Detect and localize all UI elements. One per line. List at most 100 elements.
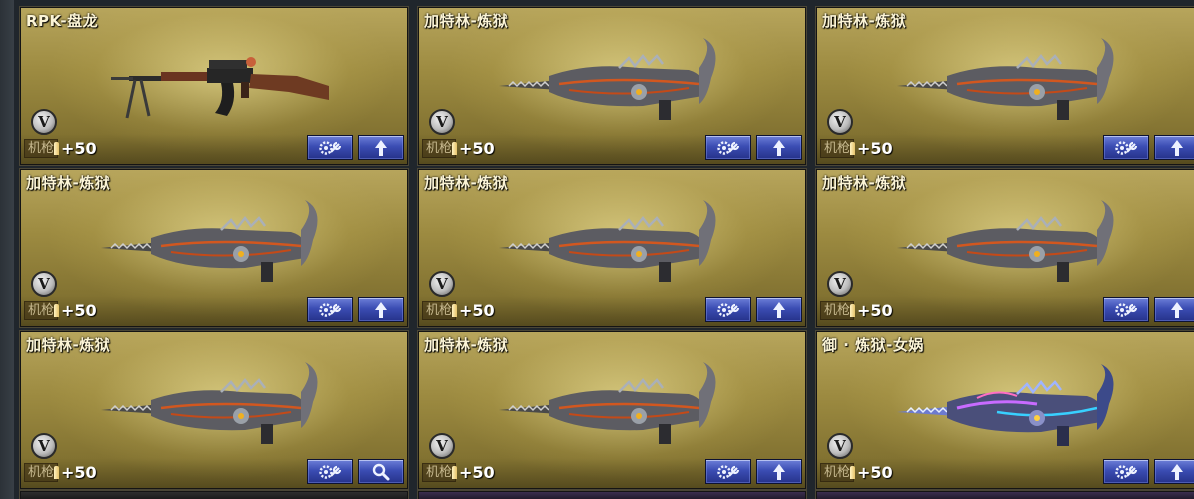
- v-rank-badge: V: [827, 109, 853, 135]
- weapon-card-partial[interactable]: [417, 490, 807, 499]
- gear-wrench-icon: [319, 140, 342, 155]
- v-rank-badge: V: [429, 433, 455, 459]
- weapon-card[interactable]: 加特林-炼狱 V 机枪 +50: [815, 6, 1194, 166]
- bonus-value: +50: [459, 139, 495, 158]
- bonus-value: +50: [459, 463, 495, 482]
- bullet-icon: [452, 142, 457, 155]
- gatling-inferno-icon: [499, 200, 716, 282]
- arrow-up-icon: [1171, 301, 1183, 318]
- bonus-value: +50: [459, 301, 495, 320]
- weapon-category: 机枪: [24, 139, 59, 158]
- upgrade-button[interactable]: [1154, 459, 1194, 484]
- weapon-name: 加特林-炼狱: [424, 174, 509, 192]
- bullet-icon: [54, 142, 59, 155]
- gatling-inferno-icon: [897, 38, 1114, 120]
- v-rank-badge: V: [31, 109, 57, 135]
- weapon-card[interactable]: 加特林-炼狱 V 机枪 +50: [19, 330, 409, 490]
- upgrade-button[interactable]: [756, 135, 802, 160]
- weapon-name: 御 · 炼狱-女娲: [822, 336, 924, 354]
- weapon-name: RPK-盘龙: [26, 12, 99, 30]
- arrow-up-icon: [773, 139, 785, 156]
- modify-button[interactable]: [705, 297, 751, 322]
- weapon-name: 加特林-炼狱: [822, 12, 907, 30]
- upgrade-button[interactable]: [756, 459, 802, 484]
- arrow-up-icon: [1171, 463, 1183, 480]
- v-rank-badge: V: [429, 271, 455, 297]
- bonus-value: +50: [857, 463, 893, 482]
- gatling-inferno-icon: [499, 38, 716, 120]
- bullet-icon: [54, 304, 59, 317]
- upgrade-button[interactable]: [1154, 135, 1194, 160]
- gear-wrench-icon: [319, 464, 342, 479]
- modify-button[interactable]: [705, 135, 751, 160]
- arrow-up-icon: [773, 301, 785, 318]
- v-rank-badge: V: [429, 109, 455, 135]
- weapon-category: 机枪: [422, 463, 457, 482]
- modify-button[interactable]: [1103, 135, 1149, 160]
- modify-button[interactable]: [1103, 297, 1149, 322]
- weapon-card[interactable]: 加特林-炼狱 V 机枪 +50: [815, 168, 1194, 328]
- weapon-category: 机枪: [820, 463, 855, 482]
- bonus-value: +50: [61, 301, 97, 320]
- weapon-card[interactable]: 加特林-炼狱 V 机枪 +50: [417, 6, 807, 166]
- gatling-inferno-icon: [499, 362, 716, 444]
- bullet-icon: [850, 142, 855, 155]
- rpk-icon: [111, 57, 329, 119]
- weapon-card-partial[interactable]: [19, 490, 409, 499]
- bonus-value: +50: [61, 463, 97, 482]
- upgrade-button[interactable]: [358, 297, 404, 322]
- v-rank-badge: V: [827, 433, 853, 459]
- modify-button[interactable]: [307, 135, 353, 160]
- bullet-icon: [452, 304, 457, 317]
- bullet-icon: [850, 304, 855, 317]
- modify-button[interactable]: [307, 459, 353, 484]
- gear-wrench-icon: [1115, 140, 1138, 155]
- weapon-card[interactable]: 加特林-炼狱 V 机枪 +50: [417, 168, 807, 328]
- bonus-value: +50: [857, 139, 893, 158]
- weapon-category: 机枪: [422, 301, 457, 320]
- gatling-nuwa-icon: [897, 364, 1114, 446]
- upgrade-button[interactable]: [756, 297, 802, 322]
- weapon-card[interactable]: 加特林-炼狱 V 机枪 +50: [417, 330, 807, 490]
- gear-wrench-icon: [319, 302, 342, 317]
- gear-wrench-icon: [717, 464, 740, 479]
- arrow-up-icon: [1171, 139, 1183, 156]
- bonus-value: +50: [857, 301, 893, 320]
- weapon-inventory-grid: RPK-盘龙 V 机枪 +50 加特林-炼狱 V 机枪 +50 加特林-炼狱 V…: [0, 0, 1194, 499]
- weapon-card[interactable]: 御 · 炼狱-女娲 V 机枪 +50: [815, 330, 1194, 490]
- inspect-button[interactable]: [358, 459, 404, 484]
- weapon-category: 机枪: [820, 139, 855, 158]
- modify-button[interactable]: [307, 297, 353, 322]
- weapon-card[interactable]: RPK-盘龙 V 机枪 +50: [19, 6, 409, 166]
- arrow-up-icon: [375, 139, 387, 156]
- weapon-category: 机枪: [820, 301, 855, 320]
- upgrade-button[interactable]: [358, 135, 404, 160]
- v-rank-badge: V: [827, 271, 853, 297]
- weapon-name: 加特林-炼狱: [424, 12, 509, 30]
- bullet-icon: [850, 466, 855, 479]
- weapon-card[interactable]: 加特林-炼狱 V 机枪 +50: [19, 168, 409, 328]
- bonus-value: +50: [61, 139, 97, 158]
- weapon-card-partial[interactable]: [815, 490, 1194, 499]
- weapon-name: 加特林-炼狱: [424, 336, 509, 354]
- bullet-icon: [54, 466, 59, 479]
- weapon-name: 加特林-炼狱: [822, 174, 907, 192]
- gear-wrench-icon: [717, 140, 740, 155]
- gear-wrench-icon: [1115, 464, 1138, 479]
- gear-wrench-icon: [717, 302, 740, 317]
- gatling-inferno-icon: [897, 200, 1114, 282]
- bullet-icon: [452, 466, 457, 479]
- weapon-name: 加特林-炼狱: [26, 336, 111, 354]
- gatling-inferno-icon: [101, 200, 318, 282]
- arrow-up-icon: [773, 463, 785, 480]
- upgrade-button[interactable]: [1154, 297, 1194, 322]
- weapon-category: 机枪: [422, 139, 457, 158]
- left-edge: [0, 0, 14, 499]
- modify-button[interactable]: [1103, 459, 1149, 484]
- v-rank-badge: V: [31, 271, 57, 297]
- modify-button[interactable]: [705, 459, 751, 484]
- weapon-name: 加特林-炼狱: [26, 174, 111, 192]
- weapon-category: 机枪: [24, 301, 59, 320]
- search-icon: [372, 463, 390, 480]
- gatling-inferno-icon: [101, 362, 318, 444]
